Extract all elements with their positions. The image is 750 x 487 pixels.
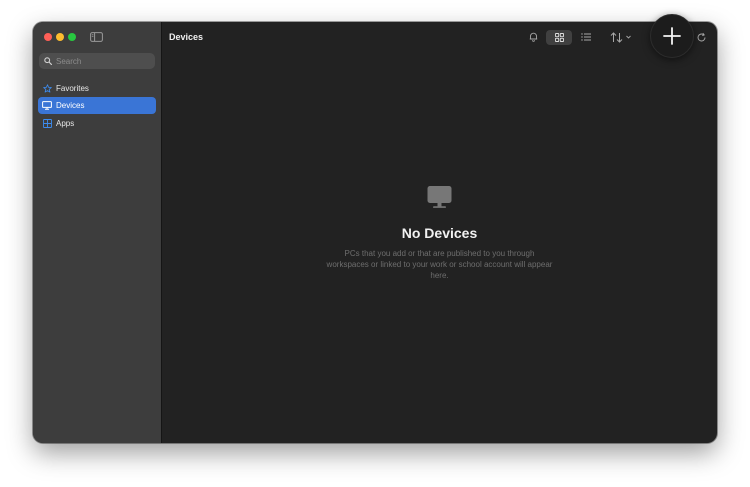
page-title: Devices	[169, 32, 204, 42]
sort-icon[interactable]	[609, 31, 623, 43]
apps-grid-icon	[42, 119, 52, 129]
sidebar-item-label: Devices	[56, 101, 85, 110]
sidebar-item-apps[interactable]: Apps	[38, 115, 156, 132]
grid-view-icon[interactable]	[554, 32, 564, 42]
search-input[interactable]	[56, 56, 151, 66]
sidebar-toggle-icon[interactable]	[90, 32, 103, 42]
add-button[interactable]	[650, 14, 694, 58]
bell-icon[interactable]	[528, 32, 538, 42]
empty-state-title: No Devices	[401, 225, 478, 241]
monitor-icon	[427, 186, 452, 208]
refresh-icon[interactable]	[695, 31, 707, 43]
app-window: Favorites Devices Apps	[33, 22, 717, 443]
sidebar: Favorites Devices Apps	[33, 22, 162, 443]
main-content: Devices No Devices PCs that you add or t…	[162, 22, 717, 443]
close-window-button[interactable]	[44, 33, 52, 41]
star-icon	[42, 84, 52, 94]
sidebar-item-favorites[interactable]: Favorites	[38, 80, 156, 97]
sidebar-item-devices[interactable]: Devices	[38, 97, 156, 114]
list-view-icon[interactable]	[580, 32, 591, 42]
empty-state-description: PCs that you add or that are published t…	[326, 249, 553, 280]
sidebar-item-label: Apps	[56, 119, 75, 128]
sidebar-item-label: Favorites	[56, 84, 89, 93]
add-icon	[663, 27, 681, 45]
monitor-icon	[42, 101, 52, 111]
minimize-window-button[interactable]	[56, 33, 64, 41]
search-field[interactable]	[39, 53, 155, 69]
zoom-window-button[interactable]	[68, 33, 76, 41]
chevron-down-icon[interactable]	[625, 34, 631, 40]
search-icon	[44, 57, 52, 65]
